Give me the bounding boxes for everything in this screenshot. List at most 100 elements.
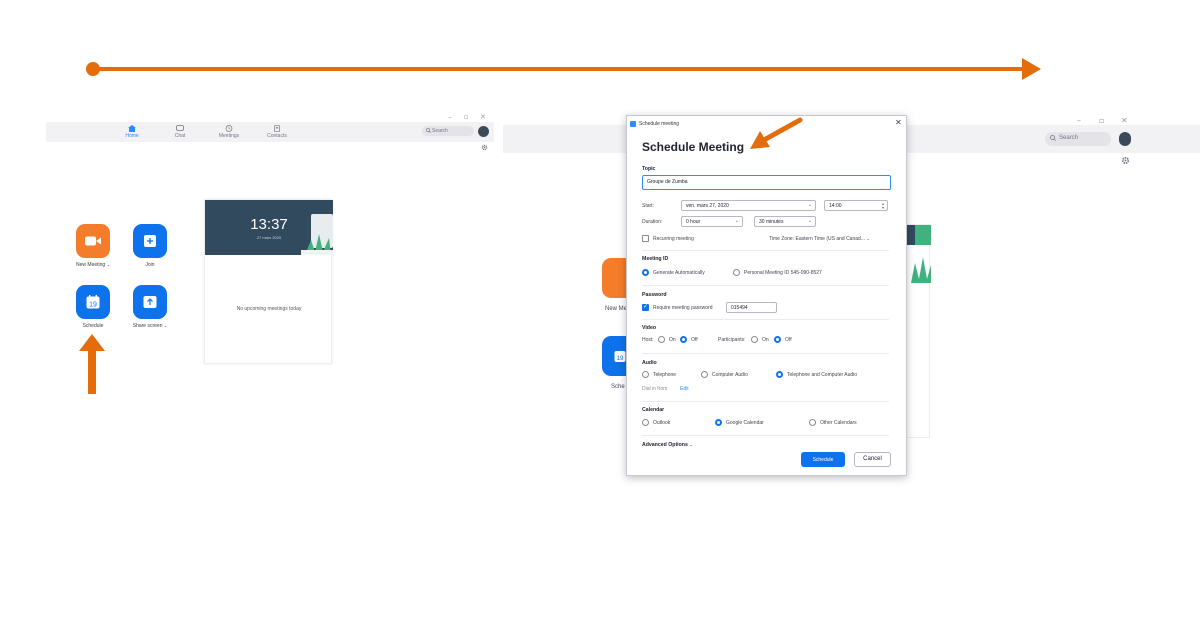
tab-chat[interactable]: Chat: [160, 125, 200, 139]
share-screen-icon: [143, 296, 157, 308]
gear-icon[interactable]: [1121, 156, 1130, 165]
telephone-and-computer-audio-radio[interactable]: [776, 371, 783, 378]
new-meeting-button[interactable]: [76, 224, 110, 258]
google-calendar-radio[interactable]: [715, 419, 722, 426]
outlook-label: Outlook: [653, 420, 671, 426]
avatar[interactable]: [478, 126, 489, 137]
divider: [642, 285, 889, 286]
topic-label: Topic: [642, 166, 656, 172]
google-calendar-label: Google Calendar: [726, 420, 764, 426]
host-video-on-label: On: [669, 337, 676, 343]
divider: [642, 250, 889, 251]
search-input[interactable]: Search: [422, 126, 474, 136]
schedule-pointer-arrow: [79, 334, 105, 394]
close-icon[interactable]: ✕: [480, 113, 486, 121]
heading-pointer-arrow: [750, 117, 803, 149]
avatar[interactable]: [1119, 132, 1131, 146]
schedule-label: Schedule: [82, 323, 104, 329]
host-video-on-radio[interactable]: [658, 336, 665, 343]
password-label: Password: [642, 292, 667, 298]
password-input[interactable]: 015494: [726, 302, 777, 313]
svg-text:19: 19: [617, 356, 624, 362]
clock-time: 13:37: [250, 216, 288, 233]
search-icon: [1050, 135, 1056, 141]
search-placeholder: Search: [432, 128, 448, 134]
new-meeting-label: New Meeting ⌄: [76, 262, 110, 268]
close-icon[interactable]: ✕: [1121, 116, 1128, 125]
minimize-icon[interactable]: –: [448, 113, 452, 121]
svg-text:19: 19: [89, 302, 97, 309]
divider: [642, 353, 889, 354]
clock-icon: [225, 125, 233, 132]
dial-in-edit-link[interactable]: Edit: [680, 386, 689, 392]
maximize-icon[interactable]: ▫: [464, 113, 469, 121]
chat-icon: [176, 125, 184, 131]
clock-date: 27 mars 2020: [256, 235, 282, 240]
start-date-picker[interactable]: ven. mars 27, 2020 ⌄: [681, 200, 816, 211]
plus-icon: [144, 235, 156, 247]
minimize-icon[interactable]: –: [1077, 116, 1081, 125]
calendar-icon: 19: [614, 351, 626, 362]
schedule-submit-button[interactable]: Schedule: [801, 452, 845, 467]
search-icon: [426, 128, 431, 133]
tab-home[interactable]: Home: [112, 125, 152, 139]
home-icon: [128, 125, 136, 132]
cancel-button[interactable]: Cancel: [854, 452, 891, 467]
schedule-meeting-dialog: Schedule meeting ✕ Schedule Meeting Topi…: [626, 115, 907, 476]
gear-icon[interactable]: [481, 144, 488, 151]
maximize-icon[interactable]: ▫: [1099, 116, 1104, 125]
require-password-checkbox[interactable]: [642, 303, 649, 311]
video-camera-icon: [85, 236, 101, 246]
chevron-down-icon: ⌄: [807, 218, 812, 224]
zoom-home-window-left: – ▫ ✕ Home Chat Meetings Contacts Search…: [46, 113, 494, 373]
topic-input[interactable]: Groupe de Zumba: [642, 175, 891, 190]
share-screen-button[interactable]: [133, 285, 167, 319]
chevron-down-icon: ⌄: [807, 202, 812, 208]
duration-minutes-select[interactable]: 30 minutes ⌄: [754, 216, 816, 227]
participants-video-off-label: Off: [785, 337, 792, 343]
schedule-label: Sche: [611, 384, 625, 390]
chevron-down-icon: ⌄: [734, 218, 739, 224]
close-icon[interactable]: ✕: [895, 118, 902, 127]
participants-video-off-radio[interactable]: [774, 336, 781, 343]
participants-video-on-radio[interactable]: [751, 336, 758, 343]
dial-in-label: Dial in from: [642, 386, 668, 392]
new-meeting-label: New Me: [605, 306, 628, 312]
advanced-options-toggle[interactable]: Advanced Options ⌄: [642, 442, 693, 448]
outlook-radio[interactable]: [642, 419, 649, 426]
tab-contacts[interactable]: Contacts: [257, 125, 297, 139]
host-video-off-radio[interactable]: [680, 336, 687, 343]
tab-chat-label: Chat: [174, 133, 186, 139]
start-time-value: 14:00: [829, 203, 842, 209]
schedule-button[interactable]: 19: [76, 285, 110, 319]
zoom-logo-icon: [630, 121, 636, 127]
duration-minutes-value: 30 minutes: [759, 219, 784, 225]
personal-meeting-id-radio[interactable]: [733, 269, 740, 276]
card-header: 13:37 27 mars 2020: [205, 200, 333, 255]
search-placeholder: Search: [1059, 135, 1079, 141]
generate-automatically-radio[interactable]: [642, 269, 649, 276]
computer-audio-radio[interactable]: [701, 371, 708, 378]
tab-contacts-label: Contacts: [267, 133, 287, 139]
participants-video-on-label: On: [762, 337, 769, 343]
start-time-stepper[interactable]: 14:00 ▴ ▾: [824, 200, 888, 211]
join-button[interactable]: [133, 224, 167, 258]
divider: [642, 401, 889, 402]
recurring-checkbox[interactable]: [642, 235, 649, 242]
require-password-label: Require meeting password: [653, 305, 713, 311]
tab-home-label: Home: [125, 133, 139, 139]
duration-label: Duration:: [642, 219, 663, 225]
search-input[interactable]: Search: [1045, 132, 1111, 146]
other-calendars-radio[interactable]: [809, 419, 816, 426]
video-label: Video: [642, 325, 657, 331]
telephone-radio[interactable]: [642, 371, 649, 378]
meeting-id-label: Meeting ID: [642, 256, 669, 262]
tab-meetings-label: Meetings: [218, 133, 240, 139]
duration-hours-select[interactable]: 0 hour ⌄: [681, 216, 743, 227]
start-date-value: ven. mars 27, 2020: [686, 203, 729, 209]
tab-meetings[interactable]: Meetings: [209, 125, 249, 139]
telephone-and-computer-audio-label: Telephone and Computer Audio: [787, 372, 858, 378]
upcoming-meetings-card: 13:37 27 mars 2020 No upcoming meetings …: [204, 199, 333, 364]
timezone-select[interactable]: Time Zone: Eastern Time (US and Canad...…: [769, 236, 870, 242]
divider: [642, 319, 889, 320]
